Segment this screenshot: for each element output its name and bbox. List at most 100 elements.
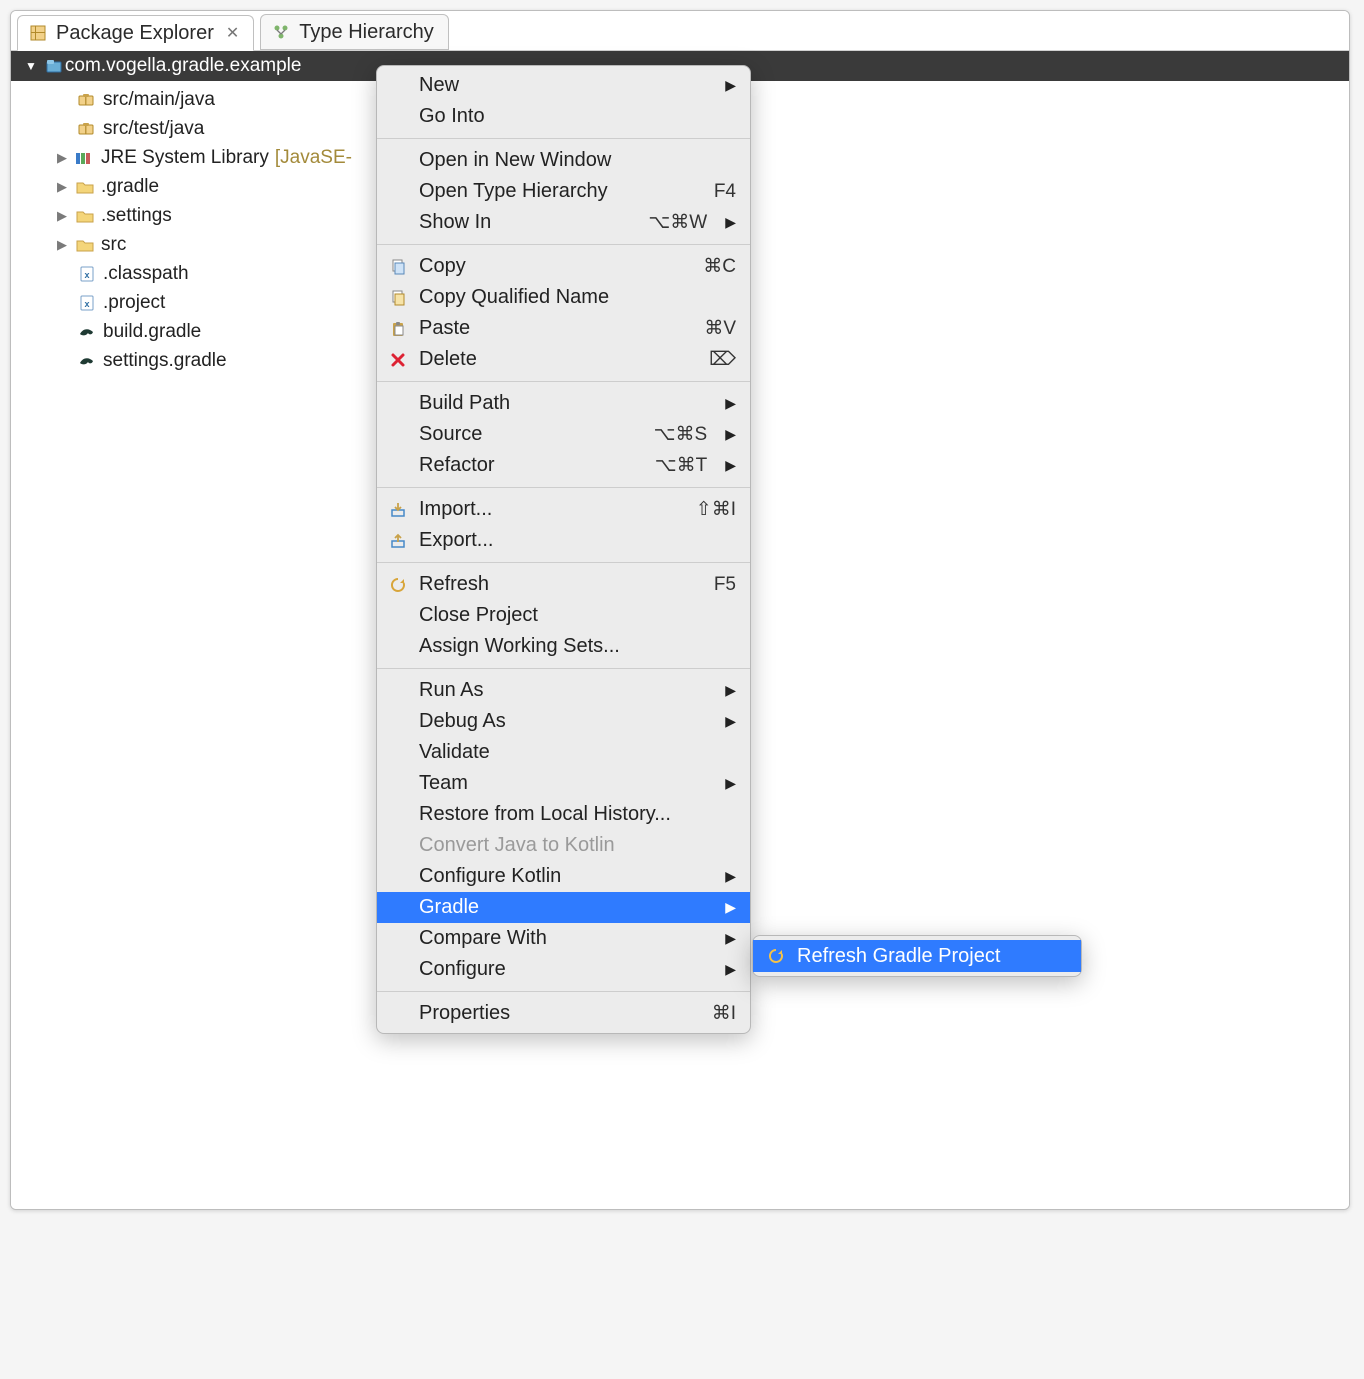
menu-item-label: Source — [419, 423, 634, 446]
copy-icon — [387, 259, 409, 275]
menu-item[interactable]: Compare With▶ — [377, 923, 750, 954]
tab-package-explorer[interactable]: Package Explorer ✕ — [17, 15, 254, 51]
svg-text:x: x — [84, 270, 89, 280]
folder-icon — [75, 236, 95, 254]
menu-item-label: New — [419, 74, 707, 97]
gradle-icon — [77, 352, 97, 370]
xmlfile-icon: x — [77, 265, 97, 283]
menu-separator — [377, 487, 750, 488]
menu-item[interactable]: Export... — [377, 525, 750, 556]
tab-label: Type Hierarchy — [299, 21, 434, 44]
submenu-arrow-icon: ▶ — [725, 77, 736, 94]
menu-item-label: Convert Java to Kotlin — [419, 834, 736, 857]
menu-item[interactable]: Copy⌘C — [377, 251, 750, 282]
menu-item[interactable]: Team▶ — [377, 768, 750, 799]
tree-item-label: .classpath — [103, 263, 189, 285]
menu-item[interactable]: Assign Working Sets... — [377, 631, 750, 662]
menu-item[interactable]: Run As ▶ — [377, 675, 750, 706]
submenu-arrow-icon: ▶ — [725, 214, 736, 231]
menu-item-shortcut: ⌘I — [712, 1002, 736, 1025]
menu-item[interactable]: Close Project — [377, 600, 750, 631]
menu-item[interactable]: New ▶ — [377, 70, 750, 101]
menu-item[interactable]: Import...⇧⌘I — [377, 494, 750, 525]
gradle-submenu[interactable]: Refresh Gradle Project — [752, 935, 1082, 977]
submenu-arrow-icon: ▶ — [725, 713, 736, 730]
menu-item-label: Run As — [419, 679, 707, 702]
submenu-arrow-icon: ▶ — [725, 395, 736, 412]
disclosure-open-icon[interactable]: ▼ — [25, 59, 37, 73]
refresh-icon — [765, 948, 787, 964]
xmlfile-icon: x — [77, 294, 97, 312]
menu-item-label: Assign Working Sets... — [419, 635, 736, 658]
menu-item-shortcut: ⌥⌘S — [654, 423, 708, 446]
menu-item[interactable]: Show In⌥⌘W▶ — [377, 207, 750, 238]
tree-item-label: .gradle — [101, 176, 159, 198]
submenu-arrow-icon: ▶ — [725, 868, 736, 885]
menu-item[interactable]: Configure ▶ — [377, 954, 750, 985]
close-icon[interactable]: ✕ — [226, 23, 239, 43]
menu-item-label: Debug As — [419, 710, 707, 733]
tab-type-hierarchy[interactable]: Type Hierarchy — [260, 14, 449, 50]
copyq-icon — [387, 290, 409, 306]
submenu-item-refresh-gradle-project[interactable]: Refresh Gradle Project — [753, 940, 1081, 972]
menu-item[interactable]: Open in New Window — [377, 145, 750, 176]
library-icon — [75, 149, 95, 167]
submenu-arrow-icon: ▶ — [725, 682, 736, 699]
folder-icon — [75, 207, 95, 225]
submenu-arrow-icon: ▶ — [725, 961, 736, 978]
menu-item[interactable]: Open Type HierarchyF4 — [377, 176, 750, 207]
menu-item[interactable]: Gradle ▶ — [377, 892, 750, 923]
package-icon — [77, 91, 97, 109]
menu-item-shortcut: F4 — [714, 181, 736, 203]
menu-item[interactable]: Paste⌘V — [377, 313, 750, 344]
tree-item-label: src — [101, 234, 126, 256]
menu-item-label: Configure Kotlin — [419, 865, 707, 888]
disclosure-closed-icon[interactable]: ▶ — [55, 179, 69, 195]
tree-item-label: build.gradle — [103, 321, 201, 343]
menu-item[interactable]: RefreshF5 — [377, 569, 750, 600]
menu-item-label: Copy Qualified Name — [419, 286, 736, 309]
project-name-label: com.vogella.gradle.example — [65, 55, 302, 77]
tab-strip: Package Explorer ✕ Type Hierarchy — [11, 11, 1349, 51]
submenu-arrow-icon: ▶ — [725, 899, 736, 916]
menu-item[interactable]: Build Path▶ — [377, 388, 750, 419]
tree-item-label: src/test/java — [103, 118, 204, 140]
menu-item[interactable]: Validate — [377, 737, 750, 768]
menu-item[interactable]: Go Into — [377, 101, 750, 132]
menu-item[interactable]: Copy Qualified Name — [377, 282, 750, 313]
tree-item-label: .project — [103, 292, 165, 314]
menu-item[interactable]: Debug As ▶ — [377, 706, 750, 737]
menu-item-label: Copy — [419, 255, 683, 278]
folder-icon — [75, 178, 95, 196]
menu-item-shortcut: ⌦ — [709, 348, 736, 371]
tree-item-label: JRE System Library — [101, 147, 269, 169]
submenu-arrow-icon: ▶ — [725, 457, 736, 474]
menu-item-label: Configure — [419, 958, 707, 981]
menu-item-label: Restore from Local History... — [419, 803, 736, 826]
tab-label: Package Explorer — [56, 22, 214, 45]
tree-item-label: settings.gradle — [103, 350, 227, 372]
menu-item[interactable]: Configure Kotlin ▶ — [377, 861, 750, 892]
disclosure-closed-icon[interactable]: ▶ — [55, 150, 69, 166]
gradle-project-icon — [45, 57, 65, 75]
submenu-arrow-icon: ▶ — [725, 426, 736, 443]
menu-item[interactable]: Properties⌘I — [377, 998, 750, 1029]
menu-item-label: Gradle — [419, 896, 707, 919]
disclosure-closed-icon[interactable]: ▶ — [55, 208, 69, 224]
menu-item[interactable]: Source ⌥⌘S ▶ — [377, 419, 750, 450]
menu-separator — [377, 244, 750, 245]
refresh-icon — [387, 577, 409, 593]
menu-item-label: Open in New Window — [419, 149, 736, 172]
disclosure-closed-icon[interactable]: ▶ — [55, 237, 69, 253]
menu-item-label: Show In — [419, 211, 628, 234]
menu-item[interactable]: Restore from Local History... — [377, 799, 750, 830]
menu-item-label: Refresh — [419, 573, 694, 596]
tree-item-suffix: [JavaSE- — [275, 147, 352, 169]
menu-item[interactable]: Delete⌦ — [377, 344, 750, 375]
paste-icon — [387, 321, 409, 337]
menu-separator — [377, 991, 750, 992]
context-menu[interactable]: New ▶ Go Into Open in New Window Open Type H… — [376, 65, 751, 1034]
menu-item-label: Team — [419, 772, 707, 795]
menu-item: Convert Java to Kotlin — [377, 830, 750, 861]
menu-item[interactable]: Refactor⌥⌘T▶ — [377, 450, 750, 481]
